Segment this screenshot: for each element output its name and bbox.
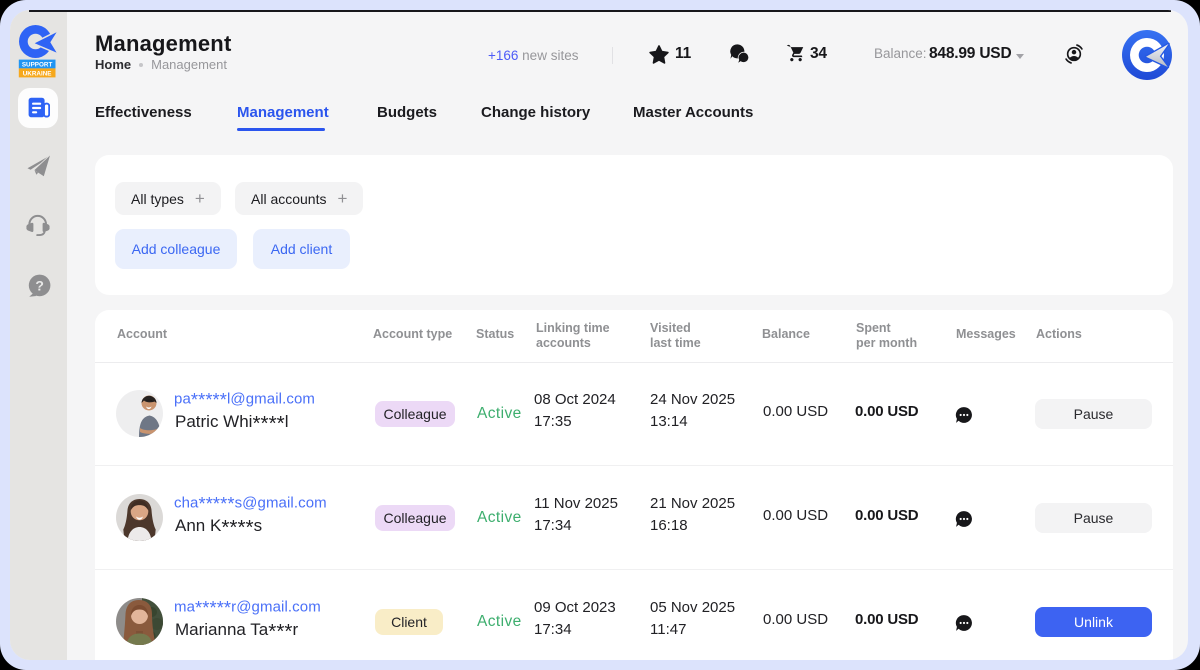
svg-text:SUPPORT: SUPPORT xyxy=(22,61,53,68)
svg-text:?: ? xyxy=(35,278,44,294)
svg-text:UKRAINE: UKRAINE xyxy=(23,71,52,78)
